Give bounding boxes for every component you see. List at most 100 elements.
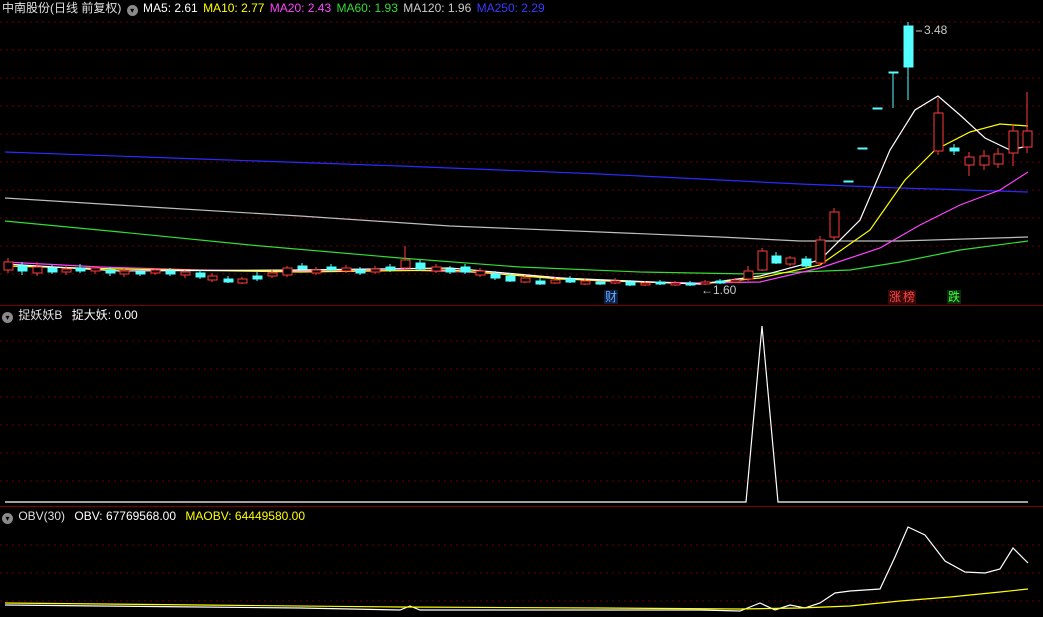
candle-body [801, 258, 812, 267]
price-header: 中南股份(日线 前复权) ▾ MA5: 2.61 MA10: 2.77 MA20… [2, 0, 547, 16]
candle-body [385, 266, 396, 271]
signal-value-label: 捉大妖: 0.00 [71, 308, 138, 322]
candle-body [32, 266, 43, 274]
candle-body [933, 112, 944, 152]
obv-title: OBV(30) [18, 509, 66, 523]
event-tag-fall[interactable]: 跌 [947, 290, 962, 304]
candle-body [757, 250, 768, 271]
candle-body [993, 153, 1004, 165]
candle-body [355, 269, 366, 274]
event-tag-finance[interactable]: 财 [604, 290, 619, 304]
candle-body [520, 277, 531, 283]
signal-pane[interactable]: ▾ 捉妖妖B 捉大妖: 0.00 [0, 306, 1043, 507]
candle-body [431, 266, 442, 272]
candle-body [297, 265, 308, 270]
collapse-toggle-icon[interactable]: ▾ [2, 312, 13, 323]
obv-line [4, 526, 1029, 612]
candle-body [580, 280, 591, 285]
candle-body [370, 268, 381, 273]
candle-body [400, 259, 411, 269]
candle-body [195, 272, 206, 278]
candle-body [75, 267, 86, 272]
candle-body [625, 281, 636, 286]
candle-body [857, 147, 868, 150]
low-price-marker: ←1.60 [701, 283, 737, 297]
candle-body [1008, 130, 1019, 154]
candle-body [282, 267, 293, 276]
collapse-toggle-icon[interactable]: ▾ [126, 5, 138, 16]
obv-pane[interactable]: ▾ OBV(30) OBV: 67769568.00 MAOBV: 644495… [0, 507, 1043, 617]
signal-line [5, 325, 1028, 503]
candle-body [843, 180, 854, 183]
candle-body [150, 269, 161, 274]
high-price-marker: 3.48 [924, 23, 948, 37]
ma10-line [4, 123, 1029, 285]
obv-header: ▾ OBV(30) OBV: 67769568.00 MAOBV: 644495… [2, 508, 307, 524]
candle-body [815, 239, 826, 264]
candle-body [655, 281, 666, 285]
candle-body [252, 275, 263, 280]
candle-body [311, 269, 322, 274]
candle-body [595, 281, 606, 285]
candle-body [460, 266, 471, 273]
price-chart[interactable] [0, 0, 1043, 306]
candle-body [267, 272, 278, 277]
candle-body [341, 267, 352, 272]
candle-body [223, 278, 234, 283]
price-pane[interactable]: 中南股份(日线 前复权) ▾ MA5: 2.61 MA10: 2.77 MA20… [0, 0, 1043, 306]
candle-body [785, 257, 796, 265]
ma120-label: MA120: 1.96 [403, 1, 472, 15]
candle-body [490, 273, 501, 279]
candle-body [505, 275, 516, 282]
candle-body [47, 267, 58, 273]
event-tag-list[interactable]: 榜 [902, 290, 917, 304]
candle-body [743, 270, 754, 280]
candle-body [165, 270, 176, 275]
ma120-line [4, 197, 1029, 242]
ma20-label: MA20: 2.43 [269, 1, 332, 15]
candle-body [949, 147, 960, 152]
obv-value-label: OBV: 67769568.00 [74, 509, 177, 523]
ma5-label: MA5: 2.61 [143, 1, 198, 15]
candle-body [730, 279, 741, 283]
signal-header: ▾ 捉妖妖B 捉大妖: 0.00 [2, 307, 140, 323]
candle-body [829, 211, 840, 238]
candle-body [872, 107, 883, 110]
candle-body [640, 282, 651, 286]
candle-body [670, 282, 681, 286]
candle-body [61, 268, 72, 273]
candle-body [888, 71, 899, 74]
event-tag-rise[interactable]: 涨 [888, 290, 903, 304]
signal-chart[interactable] [0, 306, 1043, 507]
candle-body [771, 255, 782, 264]
candle-body [326, 266, 337, 271]
candle-body [550, 279, 561, 284]
candle-body [207, 275, 218, 281]
candle-body [135, 271, 146, 275]
candle-body [610, 280, 621, 284]
ma10-label: MA10: 2.77 [203, 1, 265, 15]
candle-body [180, 271, 191, 276]
candle-body [17, 265, 28, 272]
ma250-label: MA250: 2.29 [476, 1, 545, 15]
candle-body [3, 261, 14, 271]
candle-body [565, 278, 576, 283]
candle-body [90, 267, 101, 272]
stock-title: 中南股份(日线 前复权) [2, 1, 122, 15]
candle-body [415, 262, 426, 270]
candle-body [964, 156, 975, 166]
candle-body [903, 25, 914, 68]
collapse-toggle-icon[interactable]: ▾ [2, 513, 13, 524]
candle-body [105, 269, 116, 274]
candle-body [685, 282, 696, 286]
candle-body [237, 278, 248, 284]
ma60-label: MA60: 1.93 [336, 1, 398, 15]
candle-body [1022, 130, 1033, 148]
candle-body [979, 155, 990, 166]
candle-body [445, 268, 456, 273]
maobv-value-label: MAOBV: 64449580.00 [185, 509, 305, 523]
signal-title: 捉妖妖B [18, 308, 63, 322]
candle-body [535, 280, 546, 285]
candle-body [119, 270, 130, 275]
candle-body [475, 270, 486, 276]
